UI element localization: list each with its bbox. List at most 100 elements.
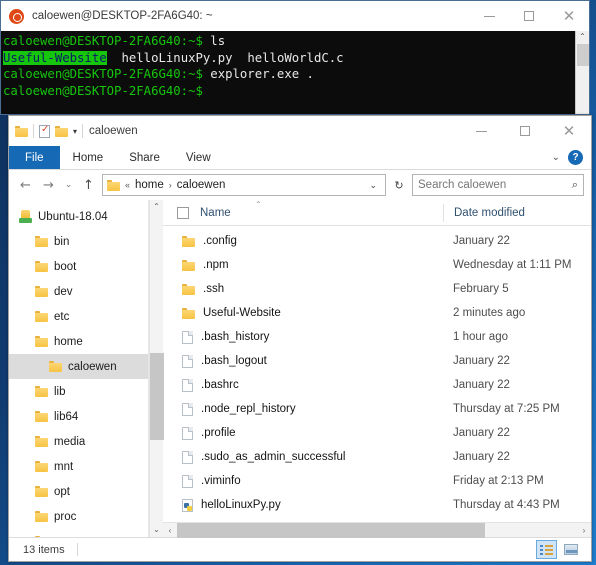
file-name-cell[interactable]: .config	[163, 235, 237, 247]
chevron-down-icon[interactable]: ▾	[73, 127, 77, 136]
tree-item-caloewen[interactable]: caloewen	[9, 354, 148, 379]
navigation-pane[interactable]: Ubuntu-18.04 bin boot dev etc home caloe…	[9, 200, 149, 537]
navigation-bar[interactable]: ← → ⌄ ↑ « home › caloewen ⌄ ↻ ⌕	[9, 170, 591, 200]
table-row[interactable]: .node_repl_history Thursday at 7:25 PM	[163, 397, 591, 421]
tab-home[interactable]: Home	[60, 146, 117, 169]
chevron-down-icon[interactable]: ⌄	[365, 180, 381, 191]
scroll-right-icon[interactable]: ›	[577, 526, 591, 535]
file-name-cell[interactable]: .profile	[163, 426, 236, 440]
properties-icon[interactable]	[39, 124, 50, 138]
file-list-pane[interactable]: ⌃ Name Date modified .config January 22 …	[163, 200, 591, 538]
search-input[interactable]	[418, 179, 572, 191]
terminal-scroll-up-icon[interactable]: ⌃	[579, 31, 586, 43]
terminal-maximize-button[interactable]	[509, 1, 549, 31]
file-name-cell[interactable]: helloLinuxPy.py	[163, 498, 281, 512]
file-name-cell[interactable]: .bash_history	[163, 330, 269, 344]
file-name-cell[interactable]: .bashrc	[163, 378, 239, 392]
up-arrow-icon[interactable]: ↑	[79, 174, 98, 196]
table-row[interactable]: .config January 22	[163, 229, 591, 253]
table-row[interactable]: .sudo_as_admin_successful January 22	[163, 445, 591, 469]
tree-item-media[interactable]: media	[9, 429, 148, 454]
breadcrumb-home[interactable]: home	[135, 179, 164, 191]
recent-locations-icon[interactable]: ⌄	[62, 174, 75, 196]
tree-scrollbar[interactable]: ⌃ ⌄	[149, 200, 164, 537]
tree-item-proc[interactable]: proc	[9, 504, 148, 529]
file-name-cell[interactable]: .viminfo	[163, 474, 241, 488]
table-row[interactable]: .profile January 22	[163, 421, 591, 445]
explorer-minimize-button[interactable]	[459, 116, 503, 146]
tree-item-ubuntu[interactable]: Ubuntu-18.04	[9, 204, 148, 229]
hscroll-thumb[interactable]	[177, 522, 485, 538]
tree-item-dev[interactable]: dev	[9, 279, 148, 304]
terminal-scrollbar[interactable]: ⌃	[575, 31, 589, 114]
ribbon-tab-bar[interactable]: File Home Share View ⌄ ?	[9, 146, 591, 170]
details-view-button[interactable]	[536, 540, 557, 559]
quick-access-toolbar[interactable]: ▾	[15, 124, 84, 138]
table-row[interactable]: .viminfo Friday at 2:13 PM	[163, 469, 591, 493]
table-row[interactable]: .npm Wednesday at 1:11 PM	[163, 253, 591, 277]
tab-share[interactable]: Share	[116, 146, 173, 169]
breadcrumb-overflow[interactable]: «	[125, 180, 130, 190]
file-name-cell[interactable]: .npm	[163, 259, 229, 271]
tree-scroll-track[interactable]	[149, 214, 164, 523]
view-mode-buttons[interactable]	[536, 540, 587, 559]
scroll-down-icon[interactable]: ⌄	[153, 523, 160, 537]
explorer-maximize-button[interactable]	[503, 116, 547, 146]
column-headers[interactable]: ⌃ Name Date modified	[163, 200, 591, 226]
column-header-date[interactable]: Date modified	[443, 203, 591, 222]
folder-tree[interactable]: Ubuntu-18.04 bin boot dev etc home caloe…	[9, 200, 148, 537]
tree-item-etc[interactable]: etc	[9, 304, 148, 329]
file-name-cell[interactable]: .ssh	[163, 283, 224, 295]
tree-item-opt[interactable]: opt	[9, 479, 148, 504]
terminal-close-button[interactable]: ✕	[549, 1, 589, 31]
scroll-left-icon[interactable]: ‹	[163, 526, 177, 535]
hscroll-track[interactable]	[177, 522, 577, 538]
breadcrumb-caloewen[interactable]: caloewen	[177, 179, 226, 191]
chevron-down-icon[interactable]: ⌄	[552, 152, 560, 163]
tab-file[interactable]: File	[9, 146, 60, 169]
table-row[interactable]: .bash_history 1 hour ago	[163, 325, 591, 349]
tree-item-boot[interactable]: boot	[9, 254, 148, 279]
table-row[interactable]: Useful-Website 2 minutes ago	[163, 301, 591, 325]
tree-item-root[interactable]: root	[9, 529, 148, 537]
back-arrow-icon[interactable]: ←	[16, 174, 35, 196]
terminal-body[interactable]: caloewen@DESKTOP-2FA6G40:~$ ls Useful-We…	[1, 31, 589, 114]
help-icon[interactable]: ?	[568, 150, 583, 165]
file-name-cell[interactable]: .node_repl_history	[163, 402, 296, 416]
tree-scroll-thumb[interactable]	[149, 353, 164, 440]
column-header-name[interactable]: Name	[200, 207, 231, 219]
file-name-cell[interactable]: Useful-Website	[163, 307, 281, 319]
table-row[interactable]: .ssh February 5	[163, 277, 591, 301]
large-icons-view-button[interactable]	[560, 540, 581, 559]
tree-item-lib64[interactable]: lib64	[9, 404, 148, 429]
table-row[interactable]: helloLinuxPy.py Thursday at 4:43 PM	[163, 493, 591, 517]
file-rows[interactable]: .config January 22 .npm Wednesday at 1:1…	[163, 226, 591, 522]
new-folder-icon[interactable]	[55, 125, 68, 137]
tree-item-bin[interactable]: bin	[9, 229, 148, 254]
details-view-icon	[540, 544, 553, 555]
scroll-up-icon[interactable]: ⌃	[153, 200, 160, 214]
search-icon[interactable]: ⌕	[572, 179, 578, 192]
tree-item-lib[interactable]: lib	[9, 379, 148, 404]
table-row[interactable]: .bashrc January 22	[163, 373, 591, 397]
file-name-cell[interactable]: .bash_logout	[163, 354, 267, 368]
file-name-cell[interactable]: .sudo_as_admin_successful	[163, 450, 345, 464]
folder-icon[interactable]	[15, 125, 28, 137]
terminal-window[interactable]: caloewen@DESKTOP-2FA6G40: ~ ✕ caloewen@D…	[0, 0, 590, 115]
tree-item-home[interactable]: home	[9, 329, 148, 354]
file-explorer-window[interactable]: ▾ caloewen ✕ File Home Share View ⌄ ? ← …	[8, 115, 592, 562]
tab-view[interactable]: View	[173, 146, 224, 169]
terminal-title-bar[interactable]: caloewen@DESKTOP-2FA6G40: ~ ✕	[1, 1, 589, 31]
table-row[interactable]: .bash_logout January 22	[163, 349, 591, 373]
select-all-checkbox[interactable]	[177, 206, 189, 219]
address-bar[interactable]: « home › caloewen ⌄	[102, 174, 386, 196]
terminal-scroll-thumb[interactable]	[576, 44, 589, 66]
forward-arrow-icon[interactable]: →	[39, 174, 58, 196]
search-box[interactable]: ⌕	[412, 174, 584, 196]
tree-item-mnt[interactable]: mnt	[9, 454, 148, 479]
terminal-minimize-button[interactable]	[469, 1, 509, 31]
explorer-close-button[interactable]: ✕	[547, 116, 591, 146]
refresh-icon[interactable]: ↻	[390, 174, 408, 196]
horizontal-scrollbar[interactable]: ‹ ›	[163, 522, 591, 538]
explorer-title-bar[interactable]: ▾ caloewen ✕	[9, 116, 591, 146]
